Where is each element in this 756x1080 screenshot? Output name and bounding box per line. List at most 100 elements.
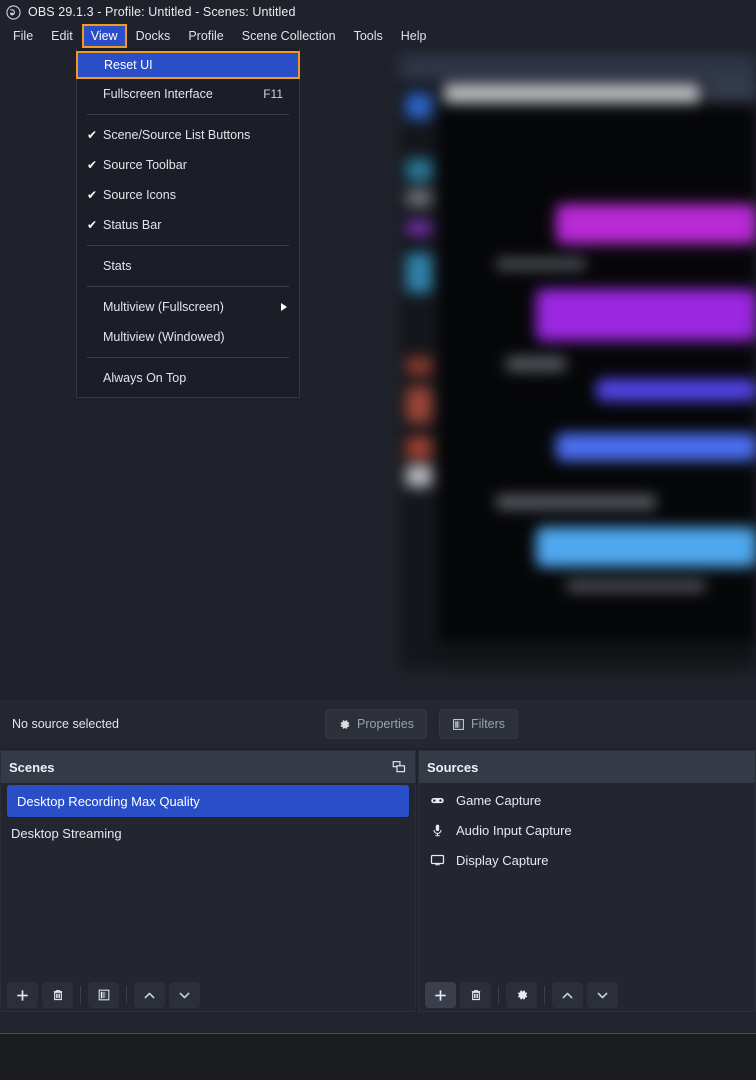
title-bar: OBS 29.1.3 - Profile: Untitled - Scenes:… <box>0 0 756 24</box>
window-title: OBS 29.1.3 - Profile: Untitled - Scenes:… <box>28 5 296 19</box>
sources-list[interactable]: Game Capture Audio Input Capture Display C… <box>419 783 755 979</box>
filters-button[interactable]: Filters <box>439 709 519 739</box>
preview-bottom-strip <box>438 643 756 669</box>
move-source-up-button[interactable] <box>552 982 583 1008</box>
menu-file[interactable]: File <box>4 24 42 48</box>
menu-item-scene-source-list-buttons[interactable]: ✔ Scene/Source List Buttons <box>77 120 299 150</box>
status-bar <box>0 1033 756 1080</box>
menu-view[interactable]: View <box>81 24 127 48</box>
toolbar-divider <box>80 986 81 1004</box>
sources-dock-title: Sources <box>427 759 479 775</box>
toolbar-divider <box>544 986 545 1004</box>
menu-item-stats[interactable]: Stats <box>77 251 299 281</box>
menu-item-multiview-windowed[interactable]: Multiview (Windowed) <box>77 322 299 352</box>
scenes-dock-title: Scenes <box>9 759 55 775</box>
gear-icon <box>338 718 351 731</box>
move-source-down-button[interactable] <box>587 982 618 1008</box>
preview-color-bar <box>536 527 756 567</box>
gamepad-icon <box>428 793 446 808</box>
add-source-button[interactable] <box>425 982 456 1008</box>
filters-icon <box>452 718 465 731</box>
menu-item-source-toolbar[interactable]: ✔ Source Toolbar <box>77 150 299 180</box>
properties-button-label: Properties <box>357 717 414 731</box>
scenes-dock: Scenes Desktop Recording Max Quality Desk… <box>0 750 416 1012</box>
scenes-list[interactable]: Desktop Recording Max Quality Desktop Str… <box>1 783 415 979</box>
chevron-down-icon <box>595 988 610 1003</box>
preview-color-bar <box>556 433 756 461</box>
obs-logo-icon <box>6 4 21 20</box>
preview-sidebar-item <box>406 253 432 293</box>
move-scene-up-button[interactable] <box>134 982 165 1008</box>
microphone-icon <box>428 823 446 838</box>
menu-separator <box>87 245 289 246</box>
menu-item-label: Source Toolbar <box>103 158 187 172</box>
source-item-label: Audio Input Capture <box>456 822 572 838</box>
remove-source-button[interactable] <box>460 982 491 1008</box>
properties-button[interactable]: Properties <box>325 709 427 739</box>
source-list-item[interactable]: Audio Input Capture <box>419 815 755 845</box>
preview-text-block <box>566 581 706 591</box>
checkmark-icon: ✔ <box>86 188 98 202</box>
menu-bar: File Edit View Docks Profile Scene Colle… <box>0 24 756 48</box>
menu-item-multiview-fullscreen[interactable]: Multiview (Fullscreen) <box>77 292 299 322</box>
preview-color-bar <box>556 204 756 244</box>
add-scene-button[interactable] <box>7 982 38 1008</box>
source-item-label: Game Capture <box>456 792 542 808</box>
source-properties-button[interactable] <box>506 982 537 1008</box>
preview-browser-topbar <box>400 55 756 81</box>
checkmark-icon: ✔ <box>86 128 98 142</box>
scene-list-item[interactable]: Desktop Recording Max Quality <box>7 785 409 817</box>
windows-undock-icon[interactable] <box>392 760 407 775</box>
scene-item-label: Desktop Streaming <box>11 825 122 841</box>
move-scene-down-button[interactable] <box>169 982 200 1008</box>
sources-dock-header: Sources <box>419 751 755 783</box>
menu-tools[interactable]: Tools <box>345 24 392 48</box>
scene-list-item[interactable]: Desktop Streaming <box>1 817 415 849</box>
preview-text-block <box>496 495 656 509</box>
preview-sidebar-item <box>406 159 432 181</box>
menu-item-fullscreen-interface[interactable]: Fullscreen Interface F11 <box>77 79 299 109</box>
menu-item-label: Status Bar <box>103 218 162 232</box>
scene-item-label: Desktop Recording Max Quality <box>17 793 200 809</box>
menu-docks[interactable]: Docks <box>127 24 180 48</box>
menu-separator <box>87 114 289 115</box>
dock-bottom-gap <box>0 1012 756 1033</box>
menu-scene-collection[interactable]: Scene Collection <box>233 24 345 48</box>
menu-item-status-bar[interactable]: ✔ Status Bar <box>77 210 299 240</box>
menu-help[interactable]: Help <box>392 24 436 48</box>
sources-dock: Sources Game Capture Audio Input Capture D… <box>418 750 756 1012</box>
source-list-item[interactable]: Game Capture <box>419 785 755 815</box>
menu-item-source-icons[interactable]: ✔ Source Icons <box>77 180 299 210</box>
chevron-down-icon <box>177 988 192 1003</box>
source-list-item[interactable]: Display Capture <box>419 845 755 875</box>
menu-separator <box>87 286 289 287</box>
preview-text-block <box>496 259 586 269</box>
scenes-dock-footer <box>1 979 415 1011</box>
chevron-up-icon <box>142 988 157 1003</box>
menu-profile[interactable]: Profile <box>179 24 232 48</box>
menu-edit[interactable]: Edit <box>42 24 82 48</box>
checkmark-icon: ✔ <box>86 158 98 172</box>
menu-item-label: Multiview (Fullscreen) <box>103 300 224 314</box>
preview-text-block <box>506 357 566 371</box>
preview-color-bar <box>596 379 756 401</box>
scenes-dock-header: Scenes <box>1 751 415 783</box>
trash-icon <box>469 988 483 1002</box>
menu-item-label: Stats <box>103 259 132 273</box>
preview-sidebar-item <box>406 357 432 375</box>
scene-filters-button[interactable] <box>88 982 119 1008</box>
plus-icon <box>433 988 448 1003</box>
toolbar-divider <box>126 986 127 1004</box>
filters-button-label: Filters <box>471 717 506 731</box>
filters-icon <box>97 988 111 1002</box>
preview-sidebar-item <box>406 465 432 487</box>
preview-sidebar-item <box>406 93 432 119</box>
remove-scene-button[interactable] <box>42 982 73 1008</box>
menu-item-reset-ui[interactable]: Reset UI <box>76 51 300 79</box>
preview-sidebar-item <box>406 221 432 235</box>
menu-item-always-on-top[interactable]: Always On Top <box>77 363 299 393</box>
view-dropdown-menu[interactable]: Reset UI Fullscreen Interface F11 ✔ Scene/So… <box>76 48 300 398</box>
monitor-icon <box>428 853 446 868</box>
menu-item-label: Fullscreen Interface <box>103 87 213 101</box>
menu-item-label: Source Icons <box>103 188 176 202</box>
